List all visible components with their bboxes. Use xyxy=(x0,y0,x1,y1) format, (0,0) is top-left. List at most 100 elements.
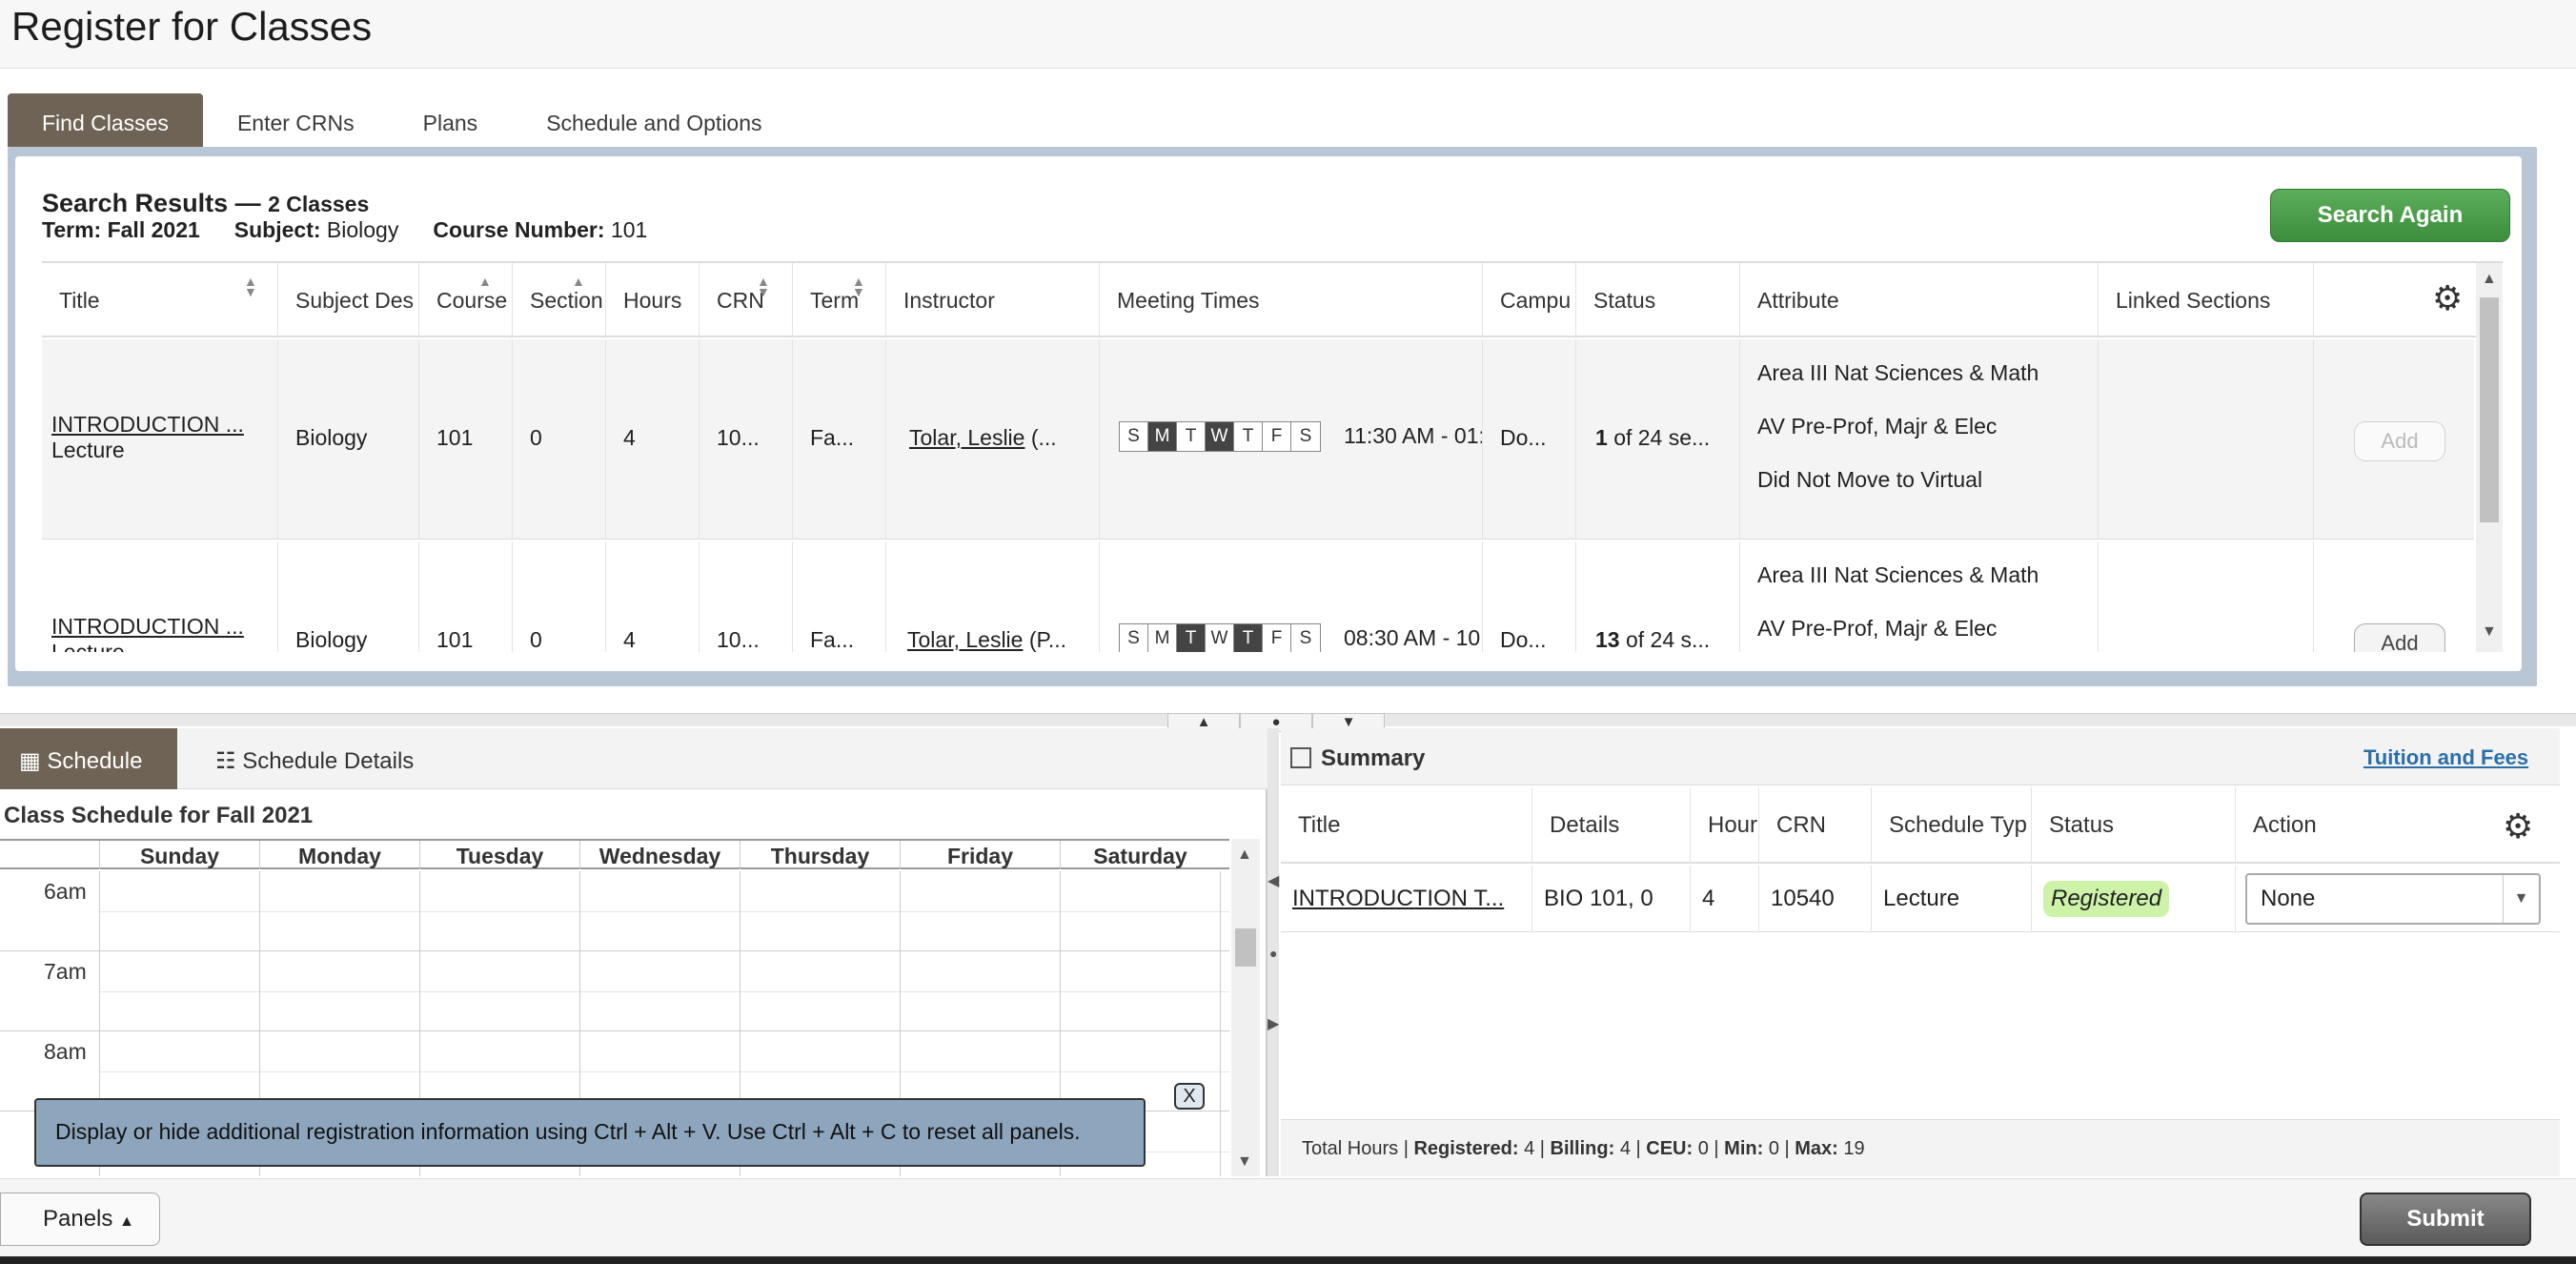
tab-enter-crns[interactable]: Enter CRNs xyxy=(203,93,389,147)
col-hours[interactable]: Hours xyxy=(606,263,700,337)
tab-find-classes[interactable]: Find Classes xyxy=(8,93,203,147)
results-table-header: Title ▲ ▼ Subject Des Course ▲ Section ▲ Hou… xyxy=(42,263,2503,337)
col-campus[interactable]: Campu xyxy=(1483,263,1576,337)
taskbar-strip xyxy=(0,1256,2576,1264)
instructor-extra: (P... xyxy=(1028,627,1067,652)
term: Fa... xyxy=(810,425,855,450)
table-row[interactable]: INTRODUCTION ... Lecture Biology 101 0 4 … xyxy=(42,541,2474,652)
col-course[interactable]: Course ▲ xyxy=(419,263,513,337)
schedule-type: Lecture xyxy=(1872,866,2032,932)
col-attribute[interactable]: Attribute xyxy=(1740,263,2099,337)
campus: Do... xyxy=(1500,425,1547,450)
vertical-splitter[interactable]: ◀ ● ▶ xyxy=(1268,728,1279,1176)
course-title-link[interactable]: INTRODUCTION ... xyxy=(51,614,244,640)
gear-icon[interactable]: ⚙ xyxy=(2503,806,2533,846)
add-button[interactable]: Add xyxy=(2354,421,2445,461)
summary-row: INTRODUCTION T... BIO 101, 0 4 10540 Lec… xyxy=(1281,866,2560,932)
col-hours[interactable]: Hour xyxy=(1691,787,1759,864)
course-title-link[interactable]: INTRODUCTION ... xyxy=(51,412,244,438)
sort-icon[interactable]: ▲ ▼ xyxy=(244,275,257,298)
summary-panel: Summary Tuition and Fees Title Details H… xyxy=(1281,728,2560,1176)
table-row[interactable]: INTRODUCTION ... Lecture Biology 101 0 4 … xyxy=(42,339,2474,540)
scroll-up-icon[interactable]: ▲ xyxy=(2482,271,2497,288)
results-scrollbar[interactable]: ▲ ▼ xyxy=(2476,263,2503,652)
scrollbar-thumb[interactable] xyxy=(1235,928,1256,967)
chevron-down-icon: ▼ xyxy=(2503,875,2539,923)
col-subject-description[interactable]: Subject Des xyxy=(278,263,419,337)
close-notice-button[interactable]: X xyxy=(1174,1083,1205,1110)
submit-button[interactable]: Submit xyxy=(2360,1193,2531,1246)
day-header: Friday xyxy=(900,841,1060,869)
schedule-type: Lecture xyxy=(51,640,125,652)
add-button[interactable]: Add xyxy=(2354,623,2445,652)
tuition-and-fees-link[interactable]: Tuition and Fees xyxy=(2363,745,2528,770)
col-schedule-type[interactable]: Schedule Typ xyxy=(1872,787,2032,864)
results-table: Title ▲ ▼ Subject Des Course ▲ Section ▲ Hou… xyxy=(42,261,2503,652)
term: Fa... xyxy=(810,627,855,652)
term-value: Fall 2021 xyxy=(107,217,200,242)
tab-schedule-details[interactable]: ☷ Schedule Details xyxy=(196,728,414,789)
tab-plans[interactable]: Plans xyxy=(389,93,513,147)
search-criteria: Term: Fall 2021 Subject: Biology Course … xyxy=(42,217,647,243)
summary-header: Summary Tuition and Fees xyxy=(1281,728,2560,785)
collapse-left-icon[interactable]: ◀ xyxy=(1268,871,1279,890)
splitter-grip-icon[interactable]: ● xyxy=(1269,946,1277,961)
col-title[interactable]: Title ▲ ▼ xyxy=(42,263,278,337)
search-again-button[interactable]: Search Again xyxy=(2270,189,2510,242)
day-header: Thursday xyxy=(740,841,900,869)
col-crn[interactable]: CRN ▲ ▼ xyxy=(700,263,793,337)
action-select[interactable]: None ▼ xyxy=(2245,873,2541,925)
scroll-down-icon[interactable]: ▼ xyxy=(1237,1153,1252,1171)
day-tuesday: T xyxy=(1177,422,1206,451)
collapse-right-icon[interactable]: ▶ xyxy=(1268,1014,1279,1033)
col-status[interactable]: Status xyxy=(1576,263,1740,337)
bottom-bar: Panels ▲ Submit xyxy=(0,1178,2576,1256)
day-thursday: T xyxy=(1234,422,1263,451)
col-section[interactable]: Section ▲ xyxy=(513,263,606,337)
day-monday: M xyxy=(1148,422,1177,451)
scrollbar-thumb[interactable] xyxy=(2480,297,2499,522)
col-linked-sections[interactable]: Linked Sections xyxy=(2099,263,2314,337)
sort-icon[interactable]: ▲ xyxy=(572,275,585,288)
section: 0 xyxy=(530,627,542,652)
crn: 10... xyxy=(717,425,760,450)
col-details[interactable]: Details xyxy=(1532,787,1691,864)
instructor-extra: (... xyxy=(1030,425,1057,450)
instructor-link[interactable]: Tolar, Leslie xyxy=(907,627,1023,652)
gear-icon[interactable]: ⚙ xyxy=(2432,278,2463,318)
subject: Biology xyxy=(295,627,368,652)
tab-schedule-and-options[interactable]: Schedule and Options xyxy=(512,93,796,147)
col-title[interactable]: Title xyxy=(1281,787,1532,864)
scroll-up-icon[interactable]: ▲ xyxy=(1237,846,1252,864)
course: 101 xyxy=(436,425,474,450)
day-sunday: S xyxy=(1120,422,1148,451)
main-tabs: Find Classes Enter CRNs Plans Schedule a… xyxy=(8,93,797,147)
calendar-scrollbar[interactable]: ▲ ▼ xyxy=(1231,839,1260,1176)
search-results-heading: Search Results — 2 Classes xyxy=(42,189,369,218)
sort-icon[interactable]: ▲ ▼ xyxy=(757,275,770,298)
scroll-down-icon[interactable]: ▼ xyxy=(2482,623,2497,641)
day-friday: F xyxy=(1263,624,1291,652)
day-sunday: S xyxy=(1120,624,1148,652)
col-instructor[interactable]: Instructor xyxy=(886,263,1100,337)
col-meeting-times[interactable]: Meeting Times xyxy=(1100,263,1483,337)
col-term[interactable]: Term ▲ ▼ xyxy=(793,263,886,337)
sort-icon[interactable]: ▲ xyxy=(478,275,492,288)
subject: Biology xyxy=(295,425,368,450)
summary-icon xyxy=(1290,747,1311,768)
summary-title: Summary xyxy=(1321,745,1426,771)
col-crn[interactable]: CRN xyxy=(1759,787,1872,864)
day-tuesday: T xyxy=(1177,624,1206,652)
sort-icon[interactable]: ▲ ▼ xyxy=(852,275,865,298)
search-results-count: 2 Classes xyxy=(268,192,370,216)
crn: 10... xyxy=(717,627,760,652)
course-number-label: Course Number: xyxy=(433,217,605,242)
course-title-link[interactable]: INTRODUCTION T... xyxy=(1292,886,1504,911)
meeting-days: S M T W T F S xyxy=(1119,421,1321,452)
panels-button[interactable]: Panels ▲ xyxy=(0,1193,160,1246)
tab-schedule[interactable]: ▦ Schedule xyxy=(0,728,177,789)
instructor-link[interactable]: Tolar, Leslie xyxy=(909,425,1024,450)
course-number-value: 101 xyxy=(610,217,648,242)
col-status[interactable]: Status xyxy=(2032,787,2236,864)
search-results-container: Search Results — 2 Classes Term: Fall 20… xyxy=(15,156,2522,671)
